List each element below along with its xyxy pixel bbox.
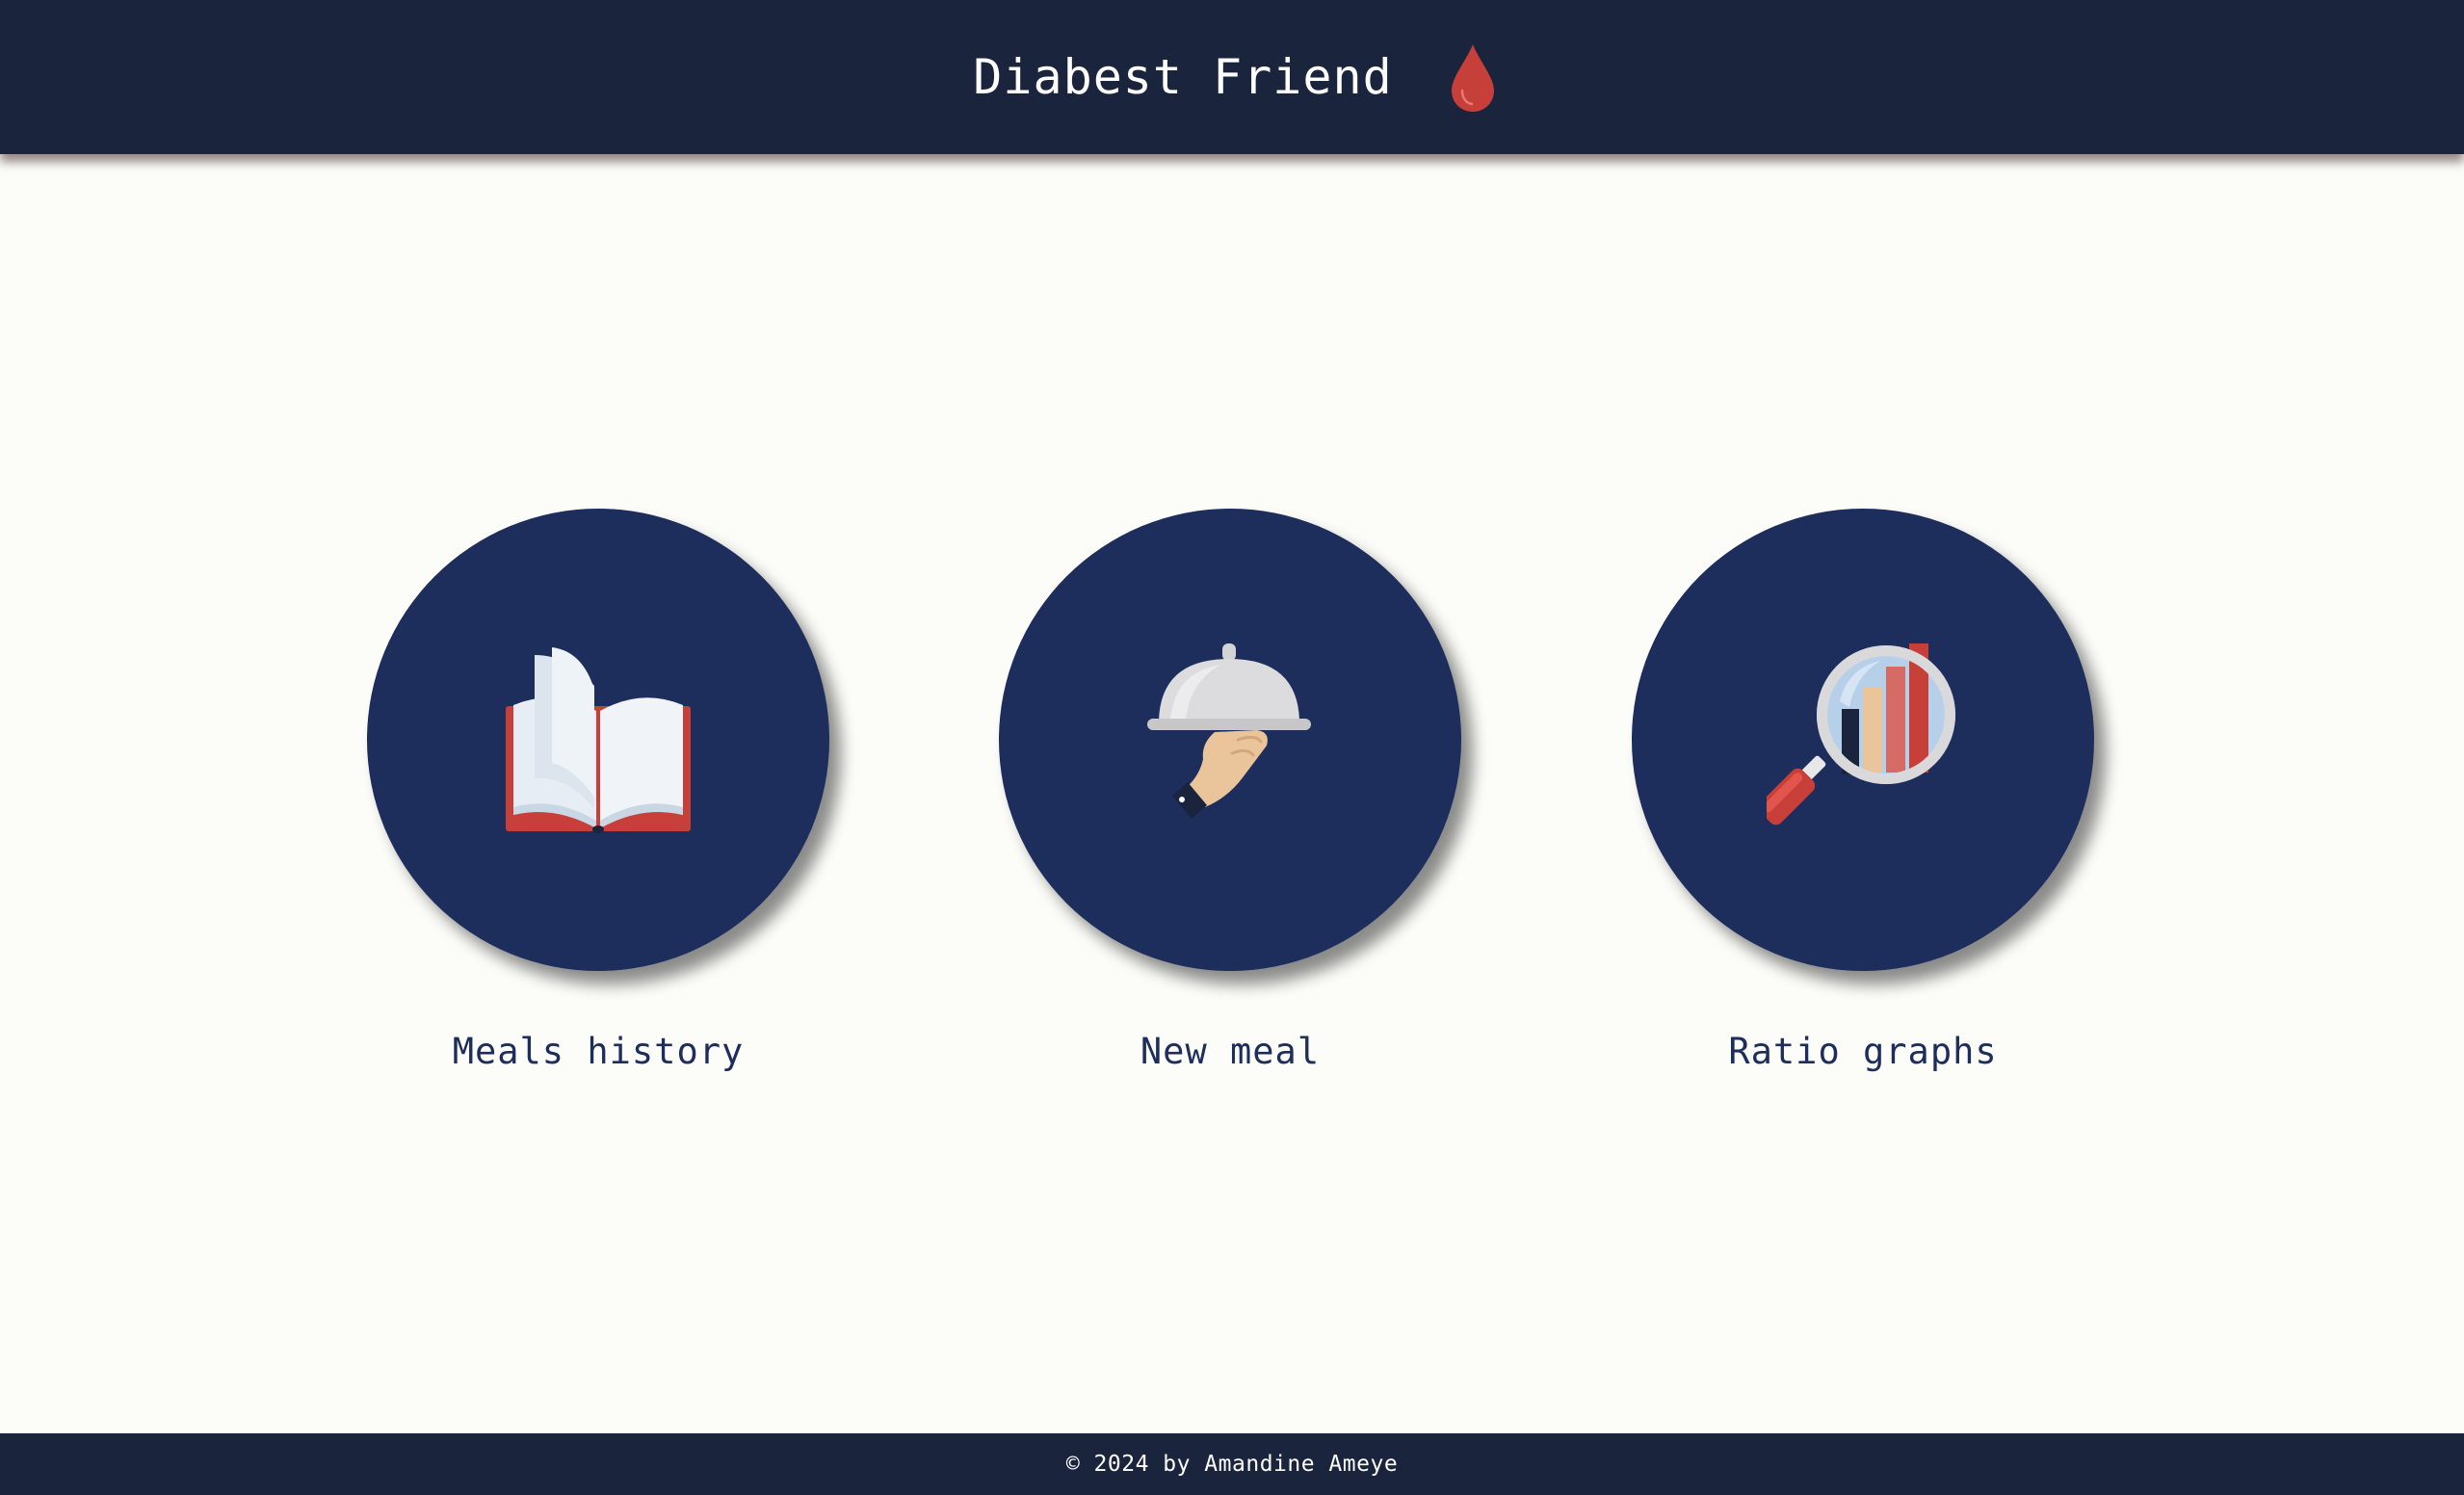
- menu-card-ratio-graphs: Ratio graphs: [1632, 509, 2094, 1072]
- ratio-graphs-button[interactable]: [1632, 509, 2094, 971]
- app-title: Diabest Friend: [973, 49, 1393, 105]
- blood-drop-icon: [1451, 44, 1494, 112]
- app-header: Diabest Friend: [0, 0, 2464, 154]
- meals-history-label[interactable]: Meals history: [367, 1031, 829, 1072]
- app-footer: © 2024 by Amandine Ameye: [0, 1433, 2464, 1495]
- main-menu: Meals history New meal Ratio graphs: [0, 154, 2464, 1433]
- serving-cloche-hand-icon: [1147, 643, 1311, 819]
- magnifier-bar-chart-icon: [1767, 643, 1955, 826]
- meals-history-button[interactable]: [367, 509, 829, 971]
- new-meal-button[interactable]: [999, 509, 1461, 971]
- new-meal-label[interactable]: New meal: [999, 1031, 1461, 1072]
- menu-card-new-meal: New meal: [999, 509, 1461, 1072]
- ratio-graphs-label[interactable]: Ratio graphs: [1632, 1031, 2094, 1072]
- open-book-icon: [506, 647, 691, 833]
- menu-card-meals-history: Meals history: [367, 509, 829, 1072]
- copyright-text: © 2024 by Amandine Ameye: [1065, 1452, 1399, 1477]
- header-brand: Diabest Friend: [0, 0, 2464, 154]
